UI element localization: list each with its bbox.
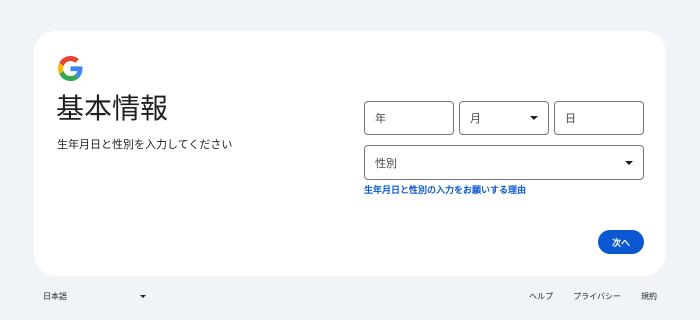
language-select-label: 日本語 bbox=[43, 291, 67, 301]
help-link[interactable]: ヘルプ bbox=[529, 291, 553, 302]
chevron-down-icon bbox=[625, 160, 633, 165]
year-field[interactable]: 年 bbox=[364, 101, 454, 135]
month-select[interactable]: 月 bbox=[459, 101, 549, 135]
gender-select-label: 性別 bbox=[375, 156, 397, 170]
privacy-link[interactable]: プライバシー bbox=[573, 291, 621, 302]
page-subtitle: 生年月日と性別を入力してください bbox=[57, 138, 233, 151]
google-logo-icon bbox=[58, 56, 83, 81]
why-birthday-gender-link[interactable]: 生年月日と性別の入力をお願いする理由 bbox=[364, 184, 526, 198]
day-field[interactable]: 日 bbox=[554, 101, 644, 135]
next-button[interactable]: 次へ bbox=[598, 230, 644, 254]
page-title: 基本情報 bbox=[56, 92, 169, 125]
day-field-placeholder: 日 bbox=[565, 112, 576, 125]
footer-links: ヘルプ プライバシー 規約 bbox=[529, 287, 657, 305]
language-select[interactable]: 日本語 bbox=[36, 287, 148, 305]
chevron-down-icon bbox=[140, 295, 146, 298]
month-select-label: 月 bbox=[470, 112, 481, 125]
chevron-down-icon bbox=[530, 116, 538, 120]
gender-select[interactable]: 性別 bbox=[364, 145, 644, 180]
terms-link[interactable]: 規約 bbox=[641, 291, 657, 302]
signup-card: 基本情報 生年月日と性別を入力してください 年 月 日 性別 生年月日と性別の入… bbox=[34, 31, 666, 276]
year-field-placeholder: 年 bbox=[375, 112, 386, 125]
